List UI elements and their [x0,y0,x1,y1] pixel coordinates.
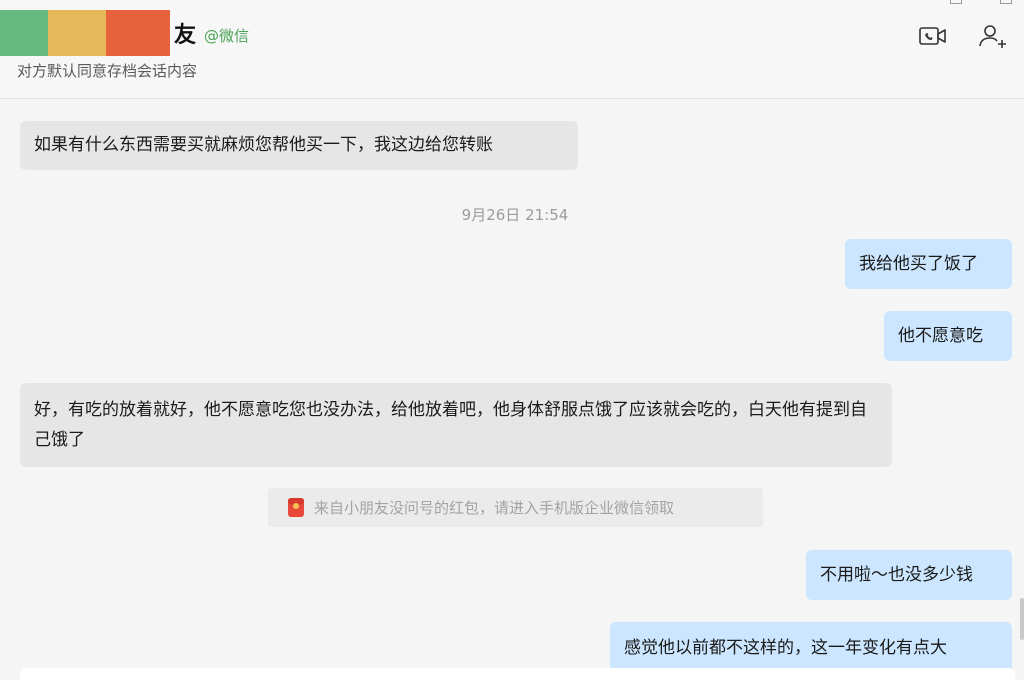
message-input-area[interactable] [20,668,1015,680]
message-bubble[interactable]: 感觉他以前都不这样的，这一年变化有点大 [610,622,1012,674]
contact-name-row: 友 @微信 [0,10,249,56]
message-bubble[interactable]: 如果有什么东西需要买就麻烦您帮他买一下，我这边给您转账 [20,121,578,170]
maximize-icon[interactable] [1000,0,1012,4]
message-bubble[interactable]: 不用啦～也没多少钱 [806,550,1012,600]
message-bubble[interactable]: 好，有吃的放着就好，他不愿意吃您也没办法，给他放着吧，他身体舒服点饿了应该就会吃… [20,383,892,467]
source-tag: @微信 [204,26,250,45]
red-packet-notice[interactable]: 来自小朋友没问号的红包，请进入手机版企业微信领取 [268,488,763,527]
redacted-name-block [0,10,48,56]
archive-notice: 对方默认同意存档会话内容 [17,62,198,80]
red-packet-text: 来自小朋友没问号的红包，请进入手机版企业微信领取 [314,499,675,517]
chat-window: 友 @微信 对方默认同意存档会话内容 如果有什么东西需要买就麻烦您帮他买一下，我… [0,0,1024,680]
video-call-icon[interactable] [916,22,950,50]
scrollbar[interactable] [1020,598,1024,640]
red-packet-icon [288,498,304,517]
contact-name[interactable]: 友 [174,17,196,49]
minimize-icon[interactable] [950,0,962,4]
message-timestamp: 9月26日 21:54 [461,206,569,224]
redacted-name-block [48,10,106,56]
chat-header: 友 @微信 对方默认同意存档会话内容 [0,0,1024,99]
redacted-name-block [106,10,170,56]
message-bubble[interactable]: 他不愿意吃 [884,311,1012,361]
message-bubble[interactable]: 我给他买了饭了 [845,239,1012,289]
add-member-icon[interactable] [976,22,1010,50]
